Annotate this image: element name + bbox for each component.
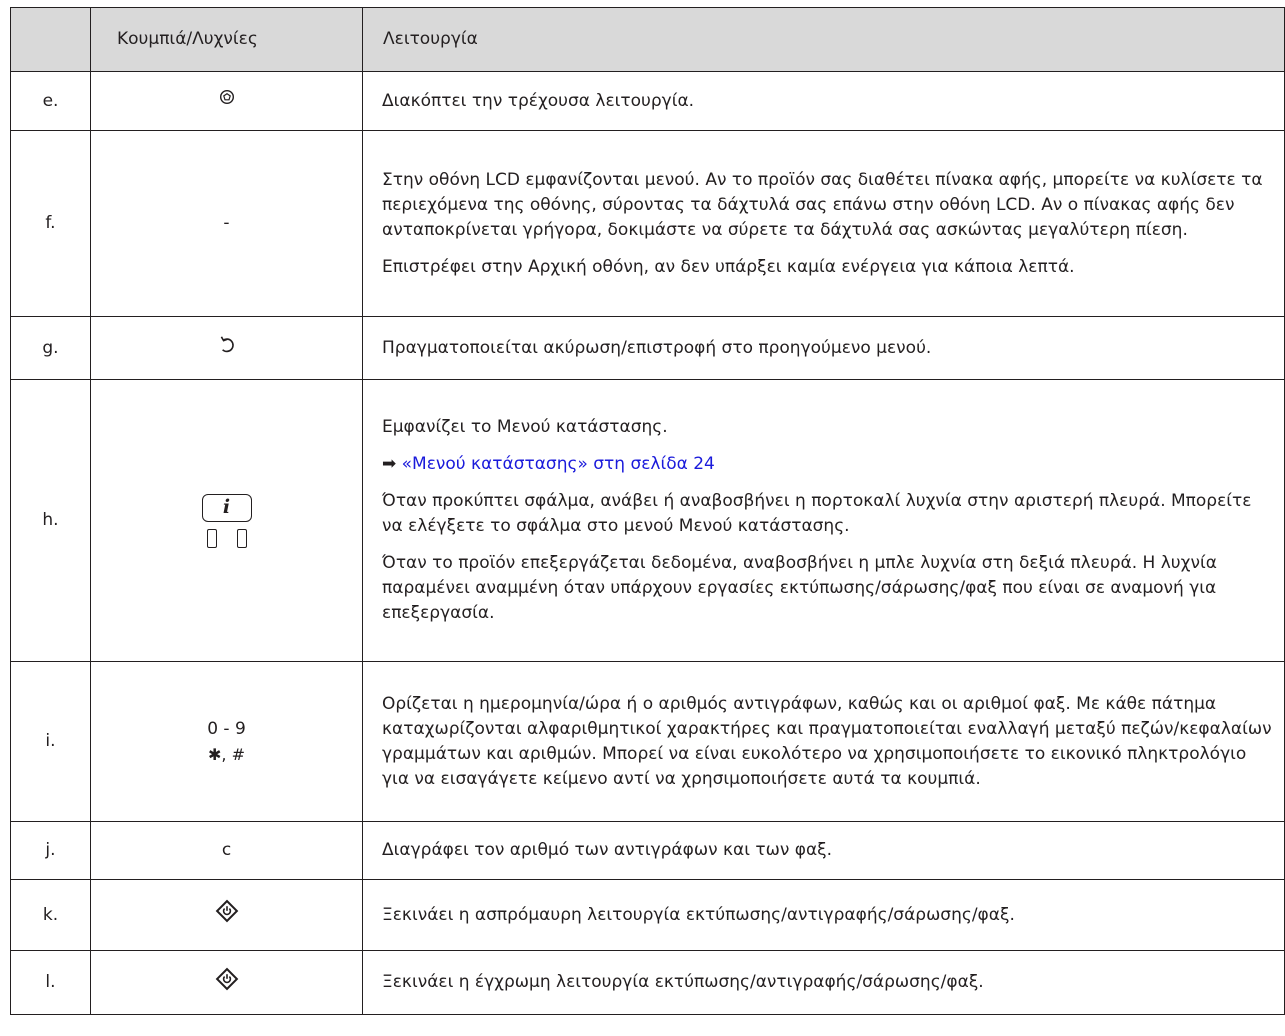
function-text: Ορίζεται η ημερομηνία/ώρα ή ο αριθμός αν… bbox=[382, 693, 1272, 789]
function-text: Εμφανίζει το Μενού κατάστασης. bbox=[382, 417, 668, 437]
function-text: Στην οθόνη LCD εμφανίζονται μενού. Αν το… bbox=[382, 169, 1263, 240]
function-cell: Ξεκινάει η έγχρωμη λειτουργία εκτύπωσης/… bbox=[362, 950, 1285, 1015]
function-text: Όταν το προϊόν επεξεργάζεται δεδομένα, α… bbox=[382, 553, 1217, 623]
function-text: Πραγματοποιείται ακύρωση/επιστροφή στο π… bbox=[382, 337, 932, 358]
control-cell bbox=[90, 316, 363, 380]
start-bw-icon bbox=[215, 899, 239, 931]
table-row: k. Ξεκινάει η ασπρόμαυρη λειτουργία εκτύ… bbox=[10, 879, 1285, 951]
control-cell: i bbox=[90, 379, 363, 662]
row-letter: h. bbox=[10, 379, 91, 662]
control-cell bbox=[90, 71, 363, 131]
symbol-keys-label: ✱, # bbox=[208, 744, 245, 764]
info-button-icon: i bbox=[201, 493, 252, 522]
controls-table: Κουμπιά/Λυχνίες Λειτουργία e. Διακόπτει … bbox=[10, 7, 1285, 1015]
control-cell bbox=[90, 879, 363, 951]
row-letter: g. bbox=[10, 316, 91, 380]
table-row: g. Πραγματοποιείται ακύρωση/επιστροφή στ… bbox=[10, 316, 1285, 380]
row-letter: i. bbox=[10, 661, 91, 822]
function-cell: Ξεκινάει η ασπρόμαυρη λειτουργία εκτύπωσ… bbox=[362, 879, 1285, 951]
header-letter-cell bbox=[10, 7, 91, 72]
table-row: f. - Στην οθόνη LCD εμφανίζονται μενού. … bbox=[10, 130, 1285, 317]
function-text: Διακόπτει την τρέχουσα λειτουργία. bbox=[382, 90, 695, 111]
function-text: Διαγράφει τον αριθμό των αντιγράφων και … bbox=[382, 840, 833, 860]
function-cell: Εμφανίζει το Μενού κατάστασης. ➡ «Μενού … bbox=[362, 379, 1285, 662]
function-cell: Πραγματοποιείται ακύρωση/επιστροφή στο π… bbox=[362, 316, 1285, 380]
back-icon bbox=[218, 333, 236, 363]
header-buttons-cell: Κουμπιά/Λυχνίες bbox=[90, 7, 363, 72]
control-cell: - bbox=[90, 130, 363, 317]
info-glyph: i bbox=[222, 496, 231, 518]
table-row: h. i Εμφανίζει το Μενού κατάστασης. ➡ «Μ… bbox=[10, 379, 1285, 662]
data-lamp-icon bbox=[236, 528, 247, 548]
row-letter: l. bbox=[10, 950, 91, 1015]
control-text: - bbox=[223, 213, 230, 233]
control-cell: c bbox=[90, 821, 363, 880]
numeric-keys-label: 0 - 9 bbox=[207, 718, 246, 739]
row-letter: f. bbox=[10, 130, 91, 317]
function-text: Επιστρέφει στην Αρχική οθόνη, αν δεν υπά… bbox=[382, 256, 1075, 277]
table-row: e. Διακόπτει την τρέχουσα λειτουργία. bbox=[10, 71, 1285, 131]
function-cell: Στην οθόνη LCD εμφανίζονται μενού. Αν το… bbox=[362, 130, 1285, 317]
table-row: i. 0 - 9 ✱, # Ορίζεται η ημερομηνία/ώρα … bbox=[10, 661, 1285, 822]
table-row: j. c Διαγράφει τον αριθμό των αντιγράφων… bbox=[10, 821, 1285, 880]
control-text: c bbox=[221, 840, 232, 860]
function-cell: Διακόπτει την τρέχουσα λειτουργία. bbox=[362, 71, 1285, 131]
status-menu-link[interactable]: «Μενού κατάστασης» στη σελίδα 24 bbox=[402, 454, 715, 474]
function-text: Ξεκινάει η ασπρόμαυρη λειτουργία εκτύπωσ… bbox=[382, 904, 1015, 925]
stop-icon bbox=[219, 88, 235, 113]
error-lamp-icon bbox=[206, 528, 217, 548]
status-lamps bbox=[206, 528, 247, 548]
start-color-icon bbox=[215, 967, 239, 999]
function-cell: Ορίζεται η ημερομηνία/ώρα ή ο αριθμός αν… bbox=[362, 661, 1285, 822]
table-header-row: Κουμπιά/Λυχνίες Λειτουργία bbox=[10, 7, 1285, 72]
row-letter: e. bbox=[10, 71, 91, 131]
header-function-cell: Λειτουργία bbox=[362, 7, 1285, 72]
arrow-right-icon: ➡ bbox=[382, 454, 397, 474]
function-text: Όταν προκύπτει σφάλμα, ανάβει ή αναβοσβή… bbox=[382, 491, 1252, 536]
row-letter: k. bbox=[10, 879, 91, 951]
function-cell: Διαγράφει τον αριθμό των αντιγράφων και … bbox=[362, 821, 1285, 880]
cross-reference: ➡ «Μενού κατάστασης» στη σελίδα 24 bbox=[382, 452, 1272, 477]
control-cell: 0 - 9 ✱, # bbox=[90, 661, 363, 822]
control-cell bbox=[90, 950, 363, 1015]
function-text: Ξεκινάει η έγχρωμη λειτουργία εκτύπωσης/… bbox=[382, 972, 984, 992]
table-row: l. Ξεκινάει η έγχρωμη λειτουργία εκτύπωσ… bbox=[10, 950, 1285, 1015]
row-letter: j. bbox=[10, 821, 91, 880]
